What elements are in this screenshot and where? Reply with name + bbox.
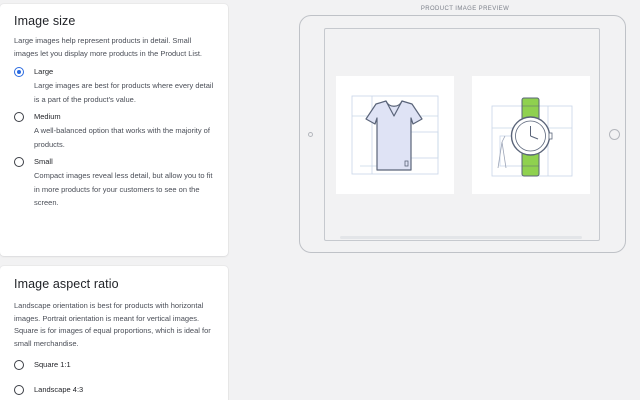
- ratio-option-landscape-label: Landscape 4:3: [34, 385, 84, 394]
- size-option-small-description: Compact images reveal less detail, but a…: [34, 171, 213, 207]
- ratio-option-landscape[interactable]: Landscape 4:3: [14, 385, 214, 395]
- ratio-option-square[interactable]: Square 1:1: [14, 360, 214, 370]
- tablet-home-button-icon: [609, 129, 620, 140]
- image-size-description: Large images help represent products in …: [14, 36, 203, 58]
- aspect-ratio-card: Image aspect ratio Landscape orientation…: [0, 266, 228, 400]
- radio-medium[interactable]: [14, 112, 24, 122]
- radio-landscape[interactable]: [14, 385, 24, 395]
- size-option-large-description: Large images are best for products where…: [34, 81, 214, 104]
- size-option-large-label: Large: [34, 67, 54, 76]
- size-option-large[interactable]: Large Large images are best for products…: [14, 67, 214, 106]
- image-size-card: Image size Large images help represent p…: [0, 4, 228, 256]
- preview-scrollbar: [340, 236, 582, 239]
- product-card-watch: [472, 76, 590, 194]
- radio-square[interactable]: [14, 360, 24, 370]
- size-option-small[interactable]: Small Compact images reveal less detail,…: [14, 157, 214, 210]
- aspect-ratio-description: Landscape orientation is best for produc…: [14, 301, 211, 348]
- aspect-ratio-title: Image aspect ratio: [14, 277, 119, 291]
- size-option-small-label: Small: [34, 157, 53, 166]
- tshirt-icon: [351, 95, 439, 175]
- preview-title: PRODUCT IMAGE PREVIEW: [420, 6, 510, 12]
- radio-small[interactable]: [14, 157, 24, 167]
- size-option-medium[interactable]: Medium A well-balanced option that works…: [14, 112, 214, 151]
- product-card-tshirt: [336, 76, 454, 194]
- ratio-option-square-label: Square 1:1: [34, 360, 71, 369]
- tablet-camera-icon: [308, 132, 313, 137]
- image-size-title: Image size: [14, 14, 76, 28]
- size-option-medium-description: A well-balanced option that works with t…: [34, 126, 210, 149]
- radio-large[interactable]: [14, 67, 24, 77]
- size-option-medium-label: Medium: [34, 112, 61, 121]
- watch-icon: [491, 97, 573, 177]
